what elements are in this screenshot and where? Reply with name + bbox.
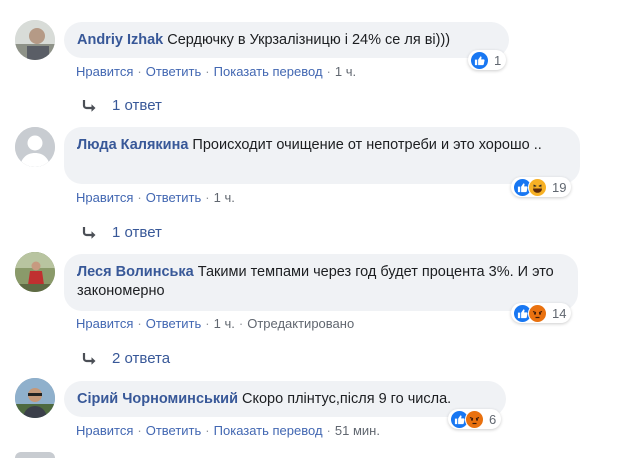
- replies-count[interactable]: 1 ответ: [112, 224, 162, 241]
- comment-time[interactable]: 1 ч.: [335, 64, 356, 79]
- reaction-summary[interactable]: 14: [511, 303, 572, 323]
- comment-bubble: Леся Волинська Такими темпами через год б…: [64, 254, 578, 311]
- reaction-summary[interactable]: 19: [511, 177, 572, 197]
- like-link[interactable]: Нравится: [76, 316, 133, 331]
- comment-bubble: Andriy Izhak Сердючку в Укрзалізницю і 24…: [64, 22, 509, 58]
- reaction-count: 19: [552, 179, 567, 195]
- separator: ·: [137, 316, 142, 331]
- avatar[interactable]: [15, 20, 55, 60]
- reaction-count: 1: [494, 52, 502, 68]
- separator: ·: [137, 423, 142, 438]
- comment-actions: Нравится · Ответить · 1 ч.: [76, 190, 235, 206]
- comment-author[interactable]: Andriy Izhak: [77, 32, 163, 48]
- angry-icon: [528, 303, 547, 323]
- replies-link[interactable]: 1 ответ: [82, 224, 162, 241]
- avatar[interactable]: [15, 252, 55, 292]
- separator: ·: [326, 64, 331, 79]
- replies-count[interactable]: 2 ответа: [112, 350, 170, 367]
- comment-author[interactable]: Леся Волинська: [77, 264, 194, 280]
- separator: ·: [205, 423, 210, 438]
- comment-actions: Нравится · Ответить · Показать перевод · 51 ми…: [76, 423, 380, 439]
- comment-text: Происходит очищение от непотреби и это х…: [192, 137, 542, 153]
- like-icon: [470, 50, 489, 70]
- comment-text: Скоро плінтус,після 9 го числа.: [242, 391, 452, 407]
- translate-link[interactable]: Показать перевод: [214, 64, 323, 79]
- reply-arrow-icon: [82, 99, 96, 112]
- comment-time[interactable]: 1 ч.: [214, 190, 235, 205]
- avatar[interactable]: [15, 378, 55, 418]
- comment-time[interactable]: 1 ч.: [214, 316, 235, 331]
- reply-arrow-icon: [82, 352, 96, 365]
- comment-author[interactable]: Люда Калякина: [77, 137, 188, 153]
- reaction-summary[interactable]: 1: [468, 50, 507, 70]
- comment-bubble: Люда Калякина Происходит очищение от непо…: [64, 127, 580, 184]
- translate-link[interactable]: Показать перевод: [214, 423, 323, 438]
- separator: ·: [137, 64, 142, 79]
- comment-time[interactable]: 51 мин.: [335, 423, 380, 438]
- separator: ·: [205, 64, 210, 79]
- separator: ·: [205, 316, 210, 331]
- like-link[interactable]: Нравится: [76, 190, 133, 205]
- like-link[interactable]: Нравится: [76, 423, 133, 438]
- edited-label[interactable]: Отредактировано: [247, 316, 354, 331]
- reaction-count: 6: [489, 411, 497, 427]
- comment-actions: Нравится · Ответить · Показать перевод · 1 ч.: [76, 64, 356, 80]
- comment-author[interactable]: Сірий Чорноминський: [77, 391, 238, 407]
- comment-bubble: Сірий Чорноминський Скоро плінтус,після 9…: [64, 381, 506, 417]
- replies-link[interactable]: 1 ответ: [82, 97, 162, 114]
- reply-link[interactable]: Ответить: [146, 64, 202, 79]
- replies-link[interactable]: 2 ответа: [82, 350, 170, 367]
- haha-icon: [528, 177, 547, 197]
- reaction-count: 14: [552, 305, 567, 321]
- like-link[interactable]: Нравится: [76, 64, 133, 79]
- comment-text: Сердючку в Укрзалізницю і 24% се ля ві))…: [167, 32, 451, 48]
- reply-link[interactable]: Ответить: [146, 316, 202, 331]
- separator: ·: [326, 423, 331, 438]
- avatar[interactable]: [15, 127, 55, 167]
- reply-link[interactable]: Ответить: [146, 190, 202, 205]
- angry-icon: [465, 409, 484, 429]
- avatar[interactable]: [15, 452, 55, 458]
- separator: ·: [205, 190, 210, 205]
- comment-actions: Нравится · Ответить · 1 ч. · Отредактировано: [76, 316, 354, 332]
- reply-link[interactable]: Ответить: [146, 423, 202, 438]
- reaction-summary[interactable]: 6: [448, 409, 502, 429]
- separator: ·: [137, 190, 142, 205]
- replies-count[interactable]: 1 ответ: [112, 97, 162, 114]
- separator: ·: [238, 316, 244, 331]
- reply-arrow-icon: [82, 226, 96, 239]
